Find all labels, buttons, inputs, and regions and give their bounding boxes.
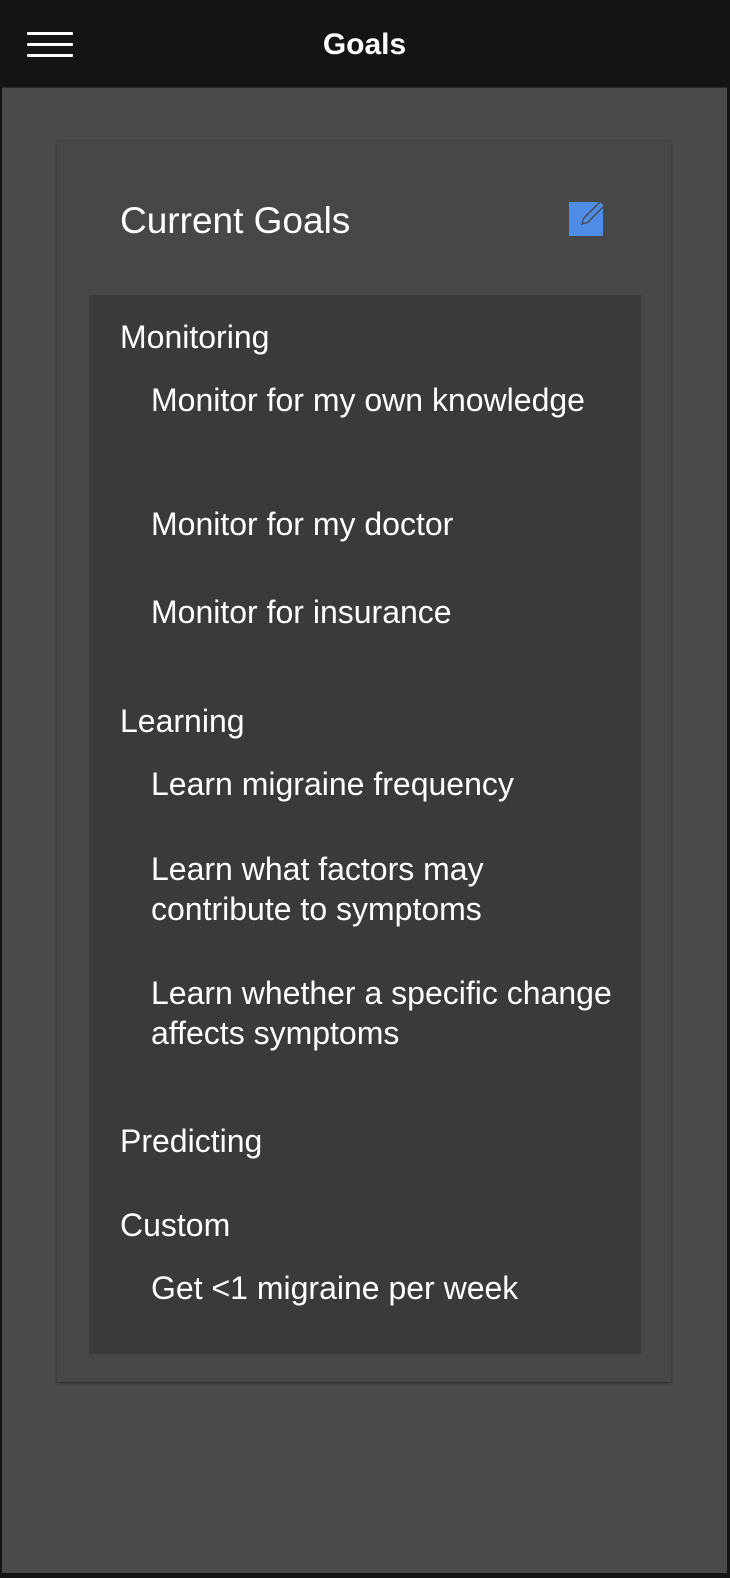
- goals-list: Monitoring Monitor for my own knowledge …: [89, 295, 641, 1354]
- goal-item[interactable]: Learn what factors may contribute to sym…: [151, 849, 621, 929]
- category-learning: Learning: [120, 703, 245, 739]
- category-monitoring: Monitoring: [120, 319, 270, 355]
- edit-pencil-svg: [569, 200, 606, 236]
- goal-item[interactable]: Learn migraine frequency: [151, 764, 621, 804]
- edit-pencil-icon[interactable]: [567, 194, 611, 238]
- top-bar: Goals: [2, 2, 727, 88]
- goal-item[interactable]: Monitor for insurance: [151, 592, 621, 632]
- category-custom: Custom: [120, 1207, 231, 1243]
- category-predicting: Predicting: [120, 1123, 263, 1159]
- page-title: Goals: [322, 28, 407, 61]
- app-screen: Goals Current Goals Monitoring Monitor f…: [2, 2, 727, 1573]
- current-goals-card: Current Goals Monitoring Monitor for my …: [57, 141, 671, 1382]
- goal-item[interactable]: Get <1 migraine per week: [151, 1268, 621, 1308]
- goal-item[interactable]: Monitor for my doctor: [151, 504, 621, 544]
- goal-item[interactable]: Learn whether a specific change affects …: [151, 973, 621, 1053]
- card-title: Current Goals: [120, 200, 351, 241]
- goal-item[interactable]: Monitor for my own knowledge: [151, 380, 621, 420]
